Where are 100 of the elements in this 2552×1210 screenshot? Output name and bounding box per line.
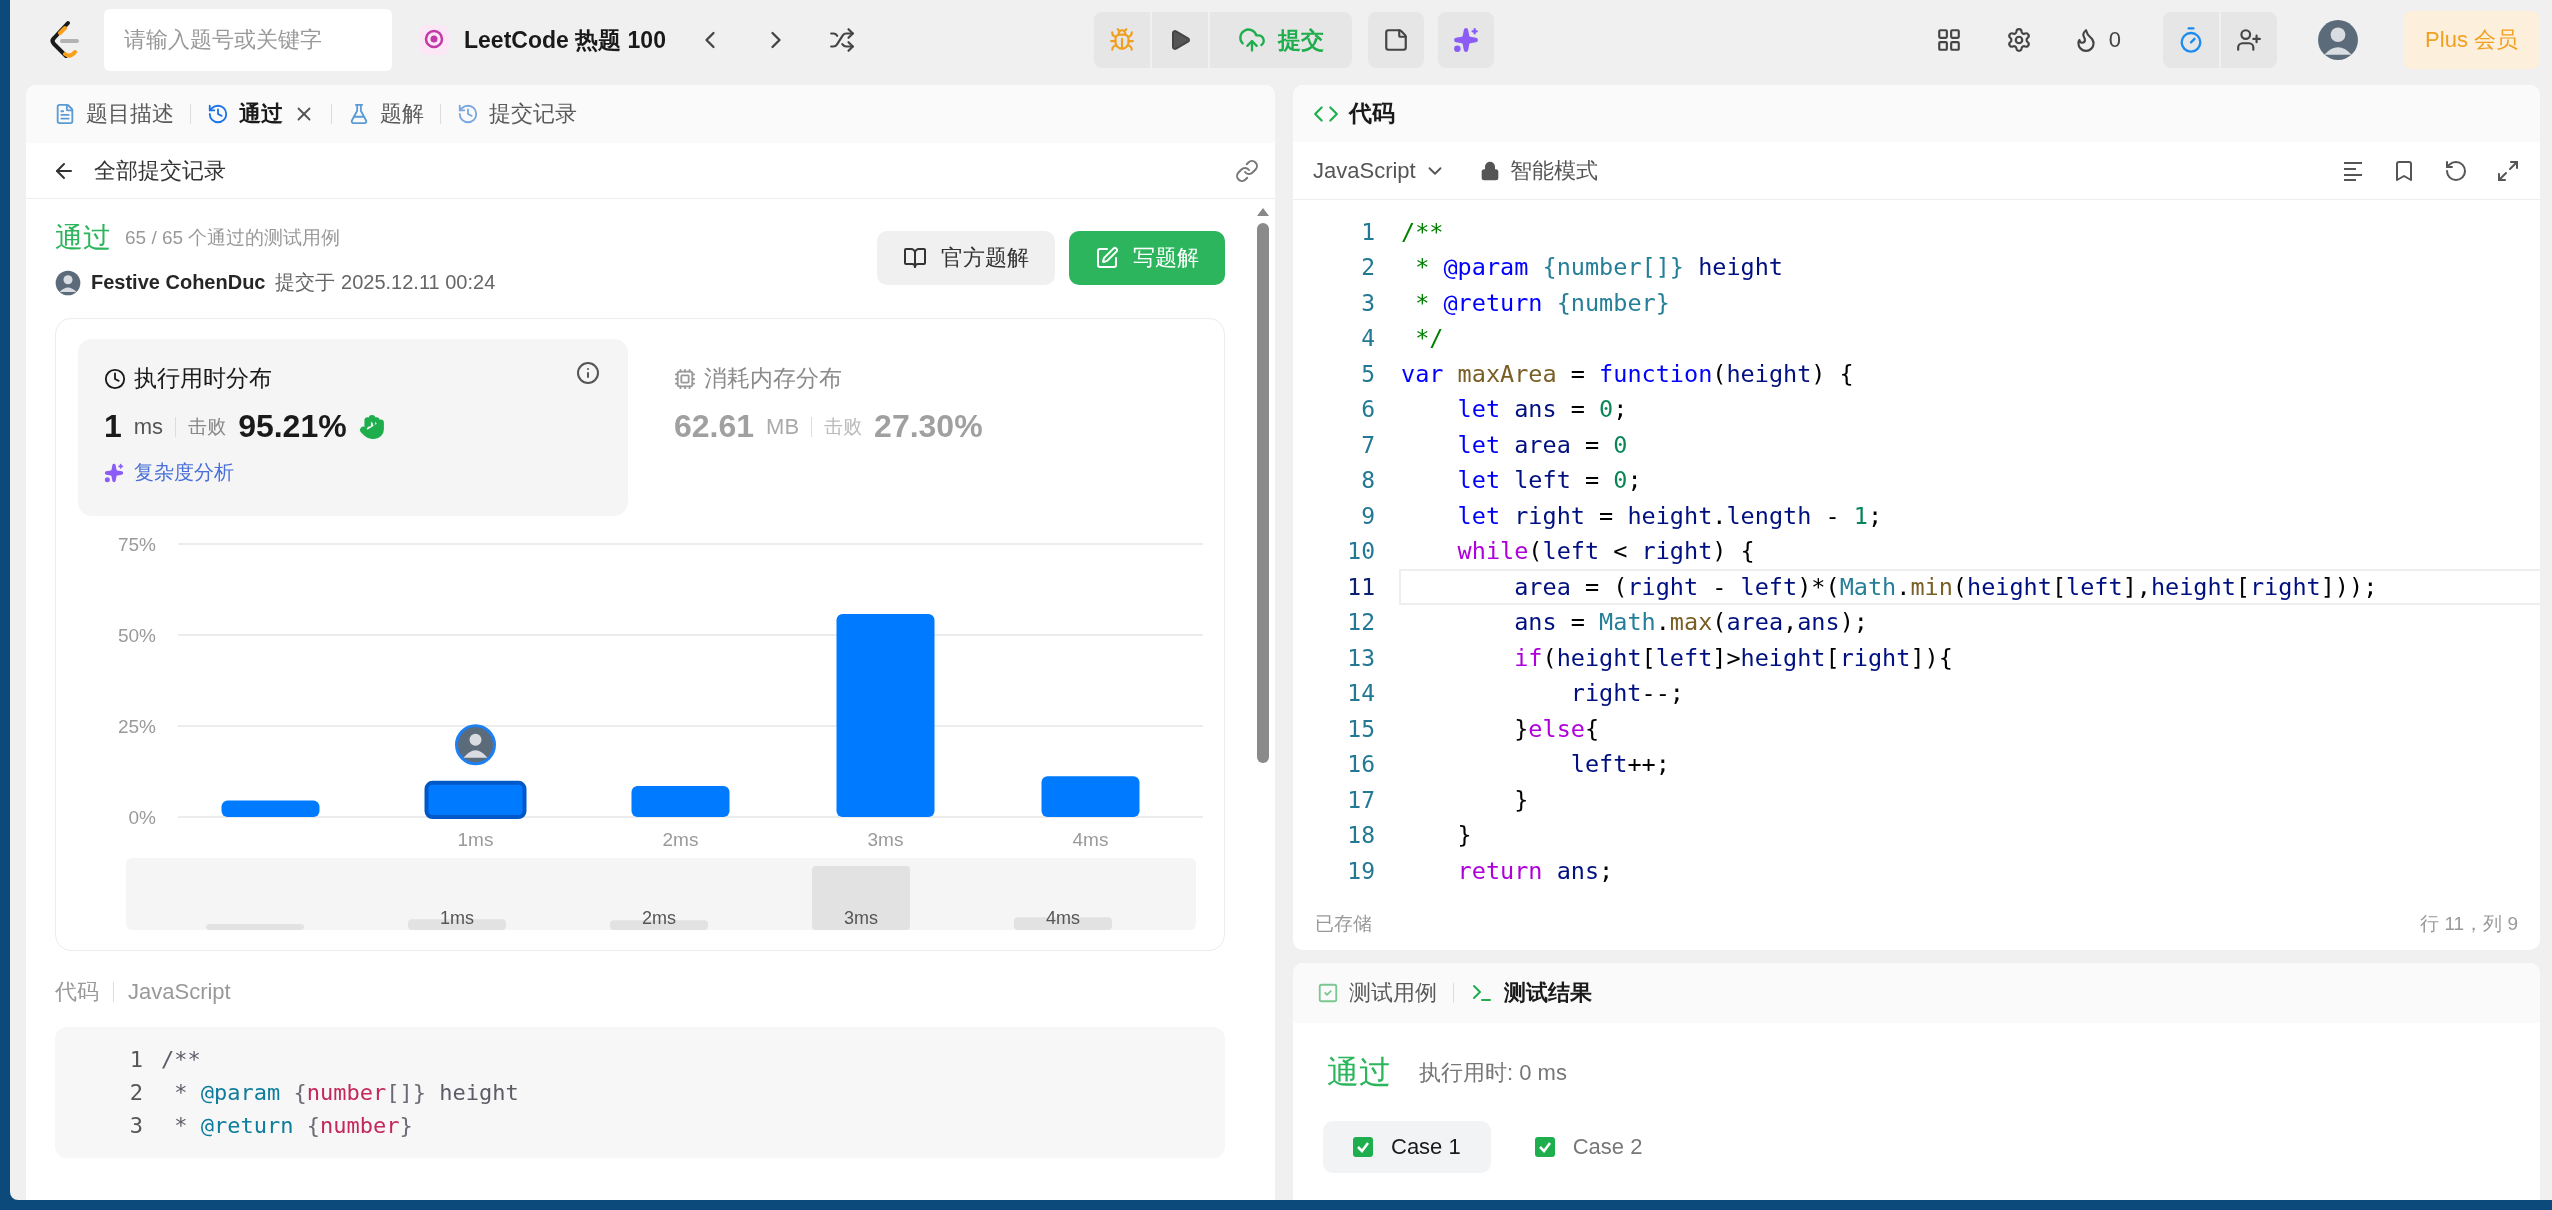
test-case-count: 65 / 65 个通过的测试用例	[125, 226, 341, 250]
streak-button[interactable]: 0	[2060, 12, 2134, 68]
author-name[interactable]: Festive CohenDuc	[91, 271, 266, 294]
language-select[interactable]: JavaScript	[1313, 157, 1446, 184]
beat-label: 击败	[824, 414, 863, 439]
ai-button[interactable]	[1438, 12, 1494, 68]
back-link[interactable]: 全部提交记录	[46, 154, 232, 187]
note-button[interactable]	[1368, 12, 1424, 68]
chat-icon	[418, 24, 450, 56]
grid-icon	[1935, 27, 1962, 53]
status-text: 通过	[55, 221, 111, 255]
line-number: 6	[1360, 396, 1375, 423]
range-overview[interactable]: 1ms 2ms 3ms 4ms	[126, 858, 1196, 930]
line-number: 11	[1346, 573, 1375, 600]
scrollbar-thumb[interactable]	[1257, 223, 1269, 763]
expand-icon[interactable]	[2496, 158, 2520, 183]
axis-label: 50%	[117, 625, 156, 646]
book-icon	[903, 245, 927, 270]
note-icon	[1383, 27, 1409, 53]
cloud-upload-icon	[1238, 26, 1266, 54]
line-number: 17	[1346, 786, 1375, 813]
bug-icon	[1109, 27, 1135, 53]
code-line: area = (right - left)*(Math.min(height[left],height[right]));	[1513, 572, 2378, 601]
case-tab[interactable]: Case 1	[1323, 1121, 1491, 1173]
axis-label: 3ms	[844, 908, 878, 928]
panel-tab[interactable]: 通过	[197, 93, 325, 135]
histogram-bar[interactable]	[221, 800, 320, 817]
shuffle-icon	[828, 27, 855, 53]
line-number: 1	[128, 1047, 143, 1072]
runtime-text: 执行用时: 0 ms	[1419, 1059, 1567, 1087]
official-solution-button[interactable]: 官方题解	[877, 230, 1055, 285]
stat-unit: MB	[766, 413, 800, 440]
checkbox-icon	[1353, 1137, 1373, 1157]
scroll-up-icon[interactable]	[1256, 207, 1270, 217]
line-number: 7	[1360, 431, 1375, 458]
axis-label: 1ms	[457, 829, 494, 850]
axis-label: 25%	[117, 716, 156, 737]
code-line: return ans;	[1456, 856, 1614, 885]
lock-icon	[1479, 160, 1500, 181]
beat-percentage: 27.30%	[874, 408, 983, 445]
reset-icon[interactable]	[2444, 158, 2468, 183]
format-icon[interactable]	[2342, 160, 2364, 181]
case-tab[interactable]: Case 2	[1504, 1121, 1673, 1173]
panel-tab[interactable]: 提交记录	[447, 93, 587, 135]
stat-title: 消耗内存分布	[704, 364, 842, 393]
settings-icon	[2005, 27, 2032, 53]
beat-percentage: 95.21%	[238, 408, 347, 445]
edit-icon	[1095, 245, 1119, 270]
search-field[interactable]: 请输入题号或关键字	[104, 9, 392, 71]
language-label: JavaScript	[128, 979, 231, 1005]
histogram-bar[interactable]	[424, 780, 527, 819]
code-line: var maxArea = function(height) {	[1401, 359, 1854, 388]
panel-tab[interactable]: 题目描述	[44, 93, 184, 135]
save-status: 已存储	[1315, 912, 1372, 936]
run-button[interactable]	[1152, 12, 1208, 68]
panel-title: 代码	[1349, 99, 1395, 128]
history-icon	[207, 103, 229, 125]
stat-unit: ms	[133, 413, 164, 440]
logo-icon[interactable]	[48, 20, 82, 60]
add-friend-button[interactable]	[2221, 12, 2278, 68]
line-number: 19	[1346, 857, 1375, 884]
code-line: let area = 0	[1456, 430, 1628, 459]
code-line: let left = 0;	[1456, 466, 1642, 495]
stat-panel[interactable]: 执行用时分布 1 ms 击败 95.21% 复杂度分析	[78, 339, 628, 516]
panel-tab[interactable]: 测试结果	[1460, 972, 1602, 1014]
line-number: 9	[1360, 502, 1375, 529]
document-icon	[54, 103, 76, 125]
line-number: 12	[1346, 609, 1375, 636]
problem-list-title[interactable]: LeetCode 热题 100	[410, 24, 674, 56]
axis-label: 2ms	[662, 829, 699, 850]
panel-tab[interactable]: 题解	[338, 93, 434, 135]
code-line: if(height[left]>height[right]){	[1513, 643, 1953, 672]
sparkle-icon	[1453, 27, 1479, 53]
chip-icon	[674, 367, 696, 390]
line-number: 16	[1346, 751, 1375, 778]
line-number: 4	[1360, 325, 1375, 352]
stat-value: 62.61	[674, 408, 755, 445]
avatar-icon	[55, 269, 81, 296]
line-number: 5	[1360, 360, 1375, 387]
stat-title: 执行用时分布	[134, 364, 272, 393]
axis-label: 3ms	[867, 829, 904, 850]
line-number: 14	[1346, 680, 1375, 707]
info-icon[interactable]	[576, 361, 600, 385]
code-line: * @return {number}	[1414, 288, 1670, 317]
line-number: 2	[1360, 254, 1375, 281]
line-number: 1	[1360, 218, 1375, 245]
line-number: 3	[1360, 289, 1375, 316]
code-line: * @param {number[]} height	[173, 1080, 519, 1105]
complexity-analysis-link[interactable]: 复杂度分析	[104, 459, 602, 486]
code-line: let ans = 0;	[1456, 395, 1628, 424]
submit-time: 提交于 2025.12.11 00:24	[275, 270, 496, 295]
line-number: 15	[1346, 715, 1375, 742]
checkbox-icon	[1317, 982, 1339, 1004]
panel-tab[interactable]: 测试用例	[1307, 972, 1447, 1014]
axis-label: 75%	[117, 534, 156, 555]
mode-label[interactable]: 智能模式	[1509, 155, 1598, 186]
checkbox-icon	[1534, 1137, 1555, 1157]
flask-icon	[348, 103, 370, 125]
link-icon[interactable]	[1235, 158, 1259, 183]
line-number: 10	[1346, 538, 1375, 565]
